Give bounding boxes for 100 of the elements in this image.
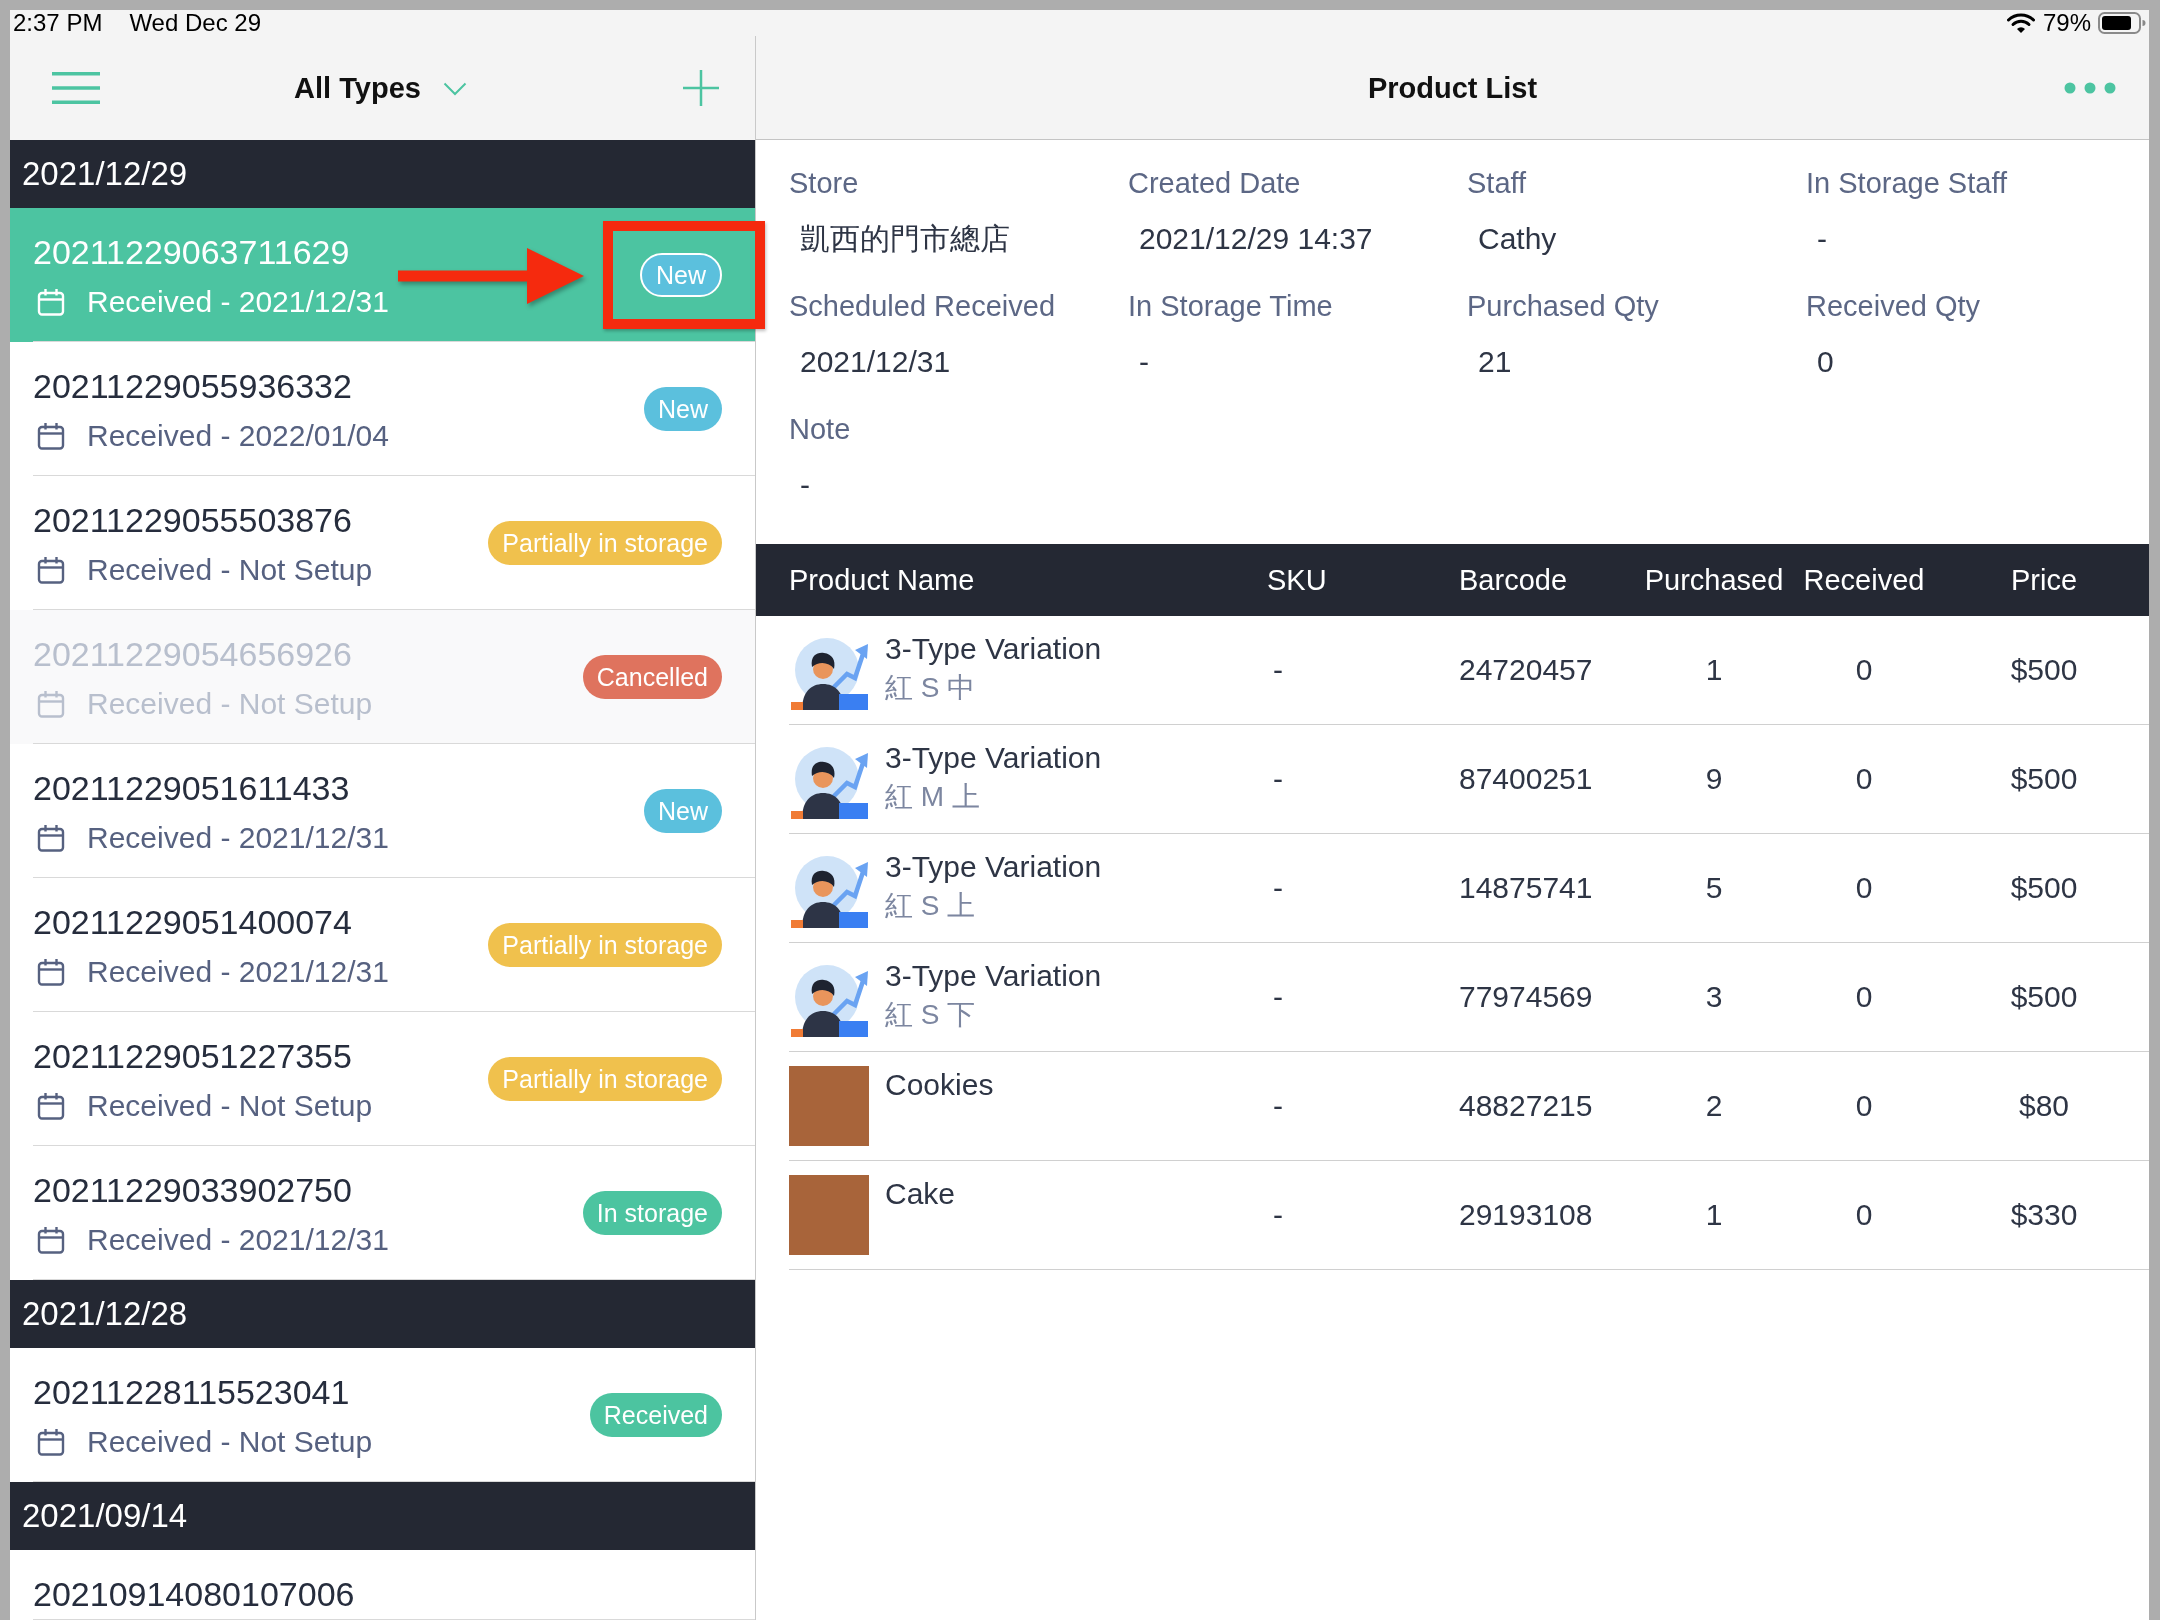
status-badge: New xyxy=(640,253,722,297)
receive-date: Received - Not Setup xyxy=(87,1424,373,1460)
receive-date: Received - Not Setup xyxy=(87,552,373,588)
field-label: In Storage Time xyxy=(1128,289,1333,324)
field-value: - xyxy=(799,467,810,503)
status-badge: Partially in storage xyxy=(488,1057,722,1101)
order-number: 20211229051227355 xyxy=(33,1036,353,1077)
calendar-icon xyxy=(37,958,65,986)
type-filter-dropdown[interactable]: All Types xyxy=(294,70,467,106)
field-value: 21 xyxy=(1477,344,1512,380)
order-number: 20211229055936332 xyxy=(33,366,353,407)
column-header: Received xyxy=(1803,563,1925,598)
table-cell-text: 14875741 xyxy=(1459,870,1593,906)
order-number: 20211229054656926 xyxy=(33,634,353,675)
order-number: 20211229051400074 xyxy=(33,902,353,943)
field-value: 凱西的門市總店 xyxy=(799,221,1010,257)
field-value: 2021/12/31 xyxy=(799,344,951,380)
more-icon[interactable] xyxy=(2064,81,2116,94)
variant-label: 紅 M 上 xyxy=(885,780,980,814)
calendar-icon xyxy=(37,1226,65,1254)
field-label: Created Date xyxy=(1128,166,1301,201)
order-number: 20211229033902750 xyxy=(33,1170,353,1211)
order-number: 20210914080107006 xyxy=(33,1574,356,1615)
status-badge: Partially in storage xyxy=(488,923,722,967)
product-name: Cake xyxy=(885,1176,956,1212)
wifi-icon xyxy=(2006,12,2035,34)
field-label: Purchased Qty xyxy=(1467,289,1659,324)
field-value: - xyxy=(1816,221,1827,257)
receive-date: Received - 2021/12/31 xyxy=(87,820,389,856)
column-header: Product Name xyxy=(789,563,975,598)
field-label: Scheduled Received xyxy=(789,289,1055,324)
variant-label: 紅 S 上 xyxy=(885,889,976,923)
table-cell-text: 0 xyxy=(1855,1088,1873,1124)
date-section-header: 2021/12/29 xyxy=(10,140,755,208)
receive-date: Received - Not Setup xyxy=(87,686,373,722)
date-section-header: 2021/09/14 xyxy=(10,1482,755,1550)
table-cell-text: 0 xyxy=(1855,652,1873,688)
table-cell-text: $500 xyxy=(2010,652,2078,688)
plus-icon[interactable] xyxy=(683,70,719,106)
receive-date: Received - 2022/01/04 xyxy=(87,418,389,454)
column-header: Barcode xyxy=(1458,563,1567,598)
field-value: 2021/12/29 14:37 xyxy=(1138,221,1373,257)
table-cell-text: 48827215 xyxy=(1459,1088,1593,1124)
status-badge: New xyxy=(644,789,722,833)
product-name: 3-Type Variation xyxy=(885,958,1102,994)
status-badge: Received xyxy=(589,1393,722,1437)
table-cell-text: 9 xyxy=(1705,761,1723,797)
table-cell-text: 1 xyxy=(1705,1197,1723,1233)
status-date: Wed Dec 29 xyxy=(129,10,261,36)
status-badge: In storage xyxy=(582,1191,722,1235)
table-cell-text: - xyxy=(1273,1088,1283,1124)
chevron-down-icon xyxy=(442,82,467,96)
calendar-icon xyxy=(37,556,65,584)
field-label: Note xyxy=(789,412,851,447)
field-label: Staff xyxy=(1467,166,1527,201)
table-cell-text: 24720457 xyxy=(1459,652,1593,688)
menu-icon[interactable] xyxy=(52,72,100,104)
status-badge: New xyxy=(644,387,722,431)
column-header: SKU xyxy=(1266,563,1327,598)
receive-date: Received - 2021/12/31 xyxy=(87,954,389,990)
order-number: 20211228115523041 xyxy=(33,1372,351,1413)
field-label: In Storage Staff xyxy=(1806,166,2007,201)
table-cell-text: - xyxy=(1273,979,1283,1015)
table-cell-text: 0 xyxy=(1855,979,1873,1015)
page-title: Product List xyxy=(1367,70,1538,106)
table-cell-text: $500 xyxy=(2010,979,2078,1015)
column-header: Purchased xyxy=(1644,563,1784,598)
field-label: Received Qty xyxy=(1806,289,1981,324)
table-cell-text: - xyxy=(1273,1197,1283,1233)
receive-date: Received - 2021/12/31 xyxy=(87,1222,389,1258)
variant-label: 紅 S 下 xyxy=(885,998,976,1032)
variant-label: 紅 S 中 xyxy=(885,671,976,705)
order-number: 20211229051611433 xyxy=(33,768,351,809)
calendar-icon xyxy=(37,824,65,852)
table-cell-text: 0 xyxy=(1855,870,1873,906)
product-name: Cookies xyxy=(885,1067,994,1103)
calendar-icon xyxy=(37,288,65,316)
table-cell-text: $500 xyxy=(2010,870,2078,906)
table-cell-text: 2 xyxy=(1705,1088,1723,1124)
status-badge: Partially in storage xyxy=(488,521,722,565)
table-cell-text: 0 xyxy=(1855,1197,1873,1233)
table-cell-text: 0 xyxy=(1855,761,1873,797)
date-section-header: 2021/12/28 xyxy=(10,1280,755,1348)
product-name: 3-Type Variation xyxy=(885,631,1102,667)
table-cell-text: 29193108 xyxy=(1459,1197,1593,1233)
table-cell-text: 77974569 xyxy=(1459,979,1593,1015)
table-cell-text: $330 xyxy=(2010,1197,2078,1233)
field-value: Cathy xyxy=(1477,221,1557,257)
table-cell-text: 87400251 xyxy=(1459,761,1593,797)
receive-date: Received - 2021/12/31 xyxy=(87,284,389,320)
status-time: 2:37 PM xyxy=(13,10,103,36)
field-label: Store xyxy=(789,166,859,201)
product-name: 3-Type Variation xyxy=(885,740,1102,776)
table-cell-text: - xyxy=(1273,761,1283,797)
field-value: 0 xyxy=(1816,344,1834,380)
column-header: Price xyxy=(2010,563,2078,598)
table-cell-text: - xyxy=(1273,652,1283,688)
field-value: - xyxy=(1138,344,1149,380)
table-cell-text: 3 xyxy=(1705,979,1723,1015)
order-number: 20211229063711629 xyxy=(33,232,351,273)
